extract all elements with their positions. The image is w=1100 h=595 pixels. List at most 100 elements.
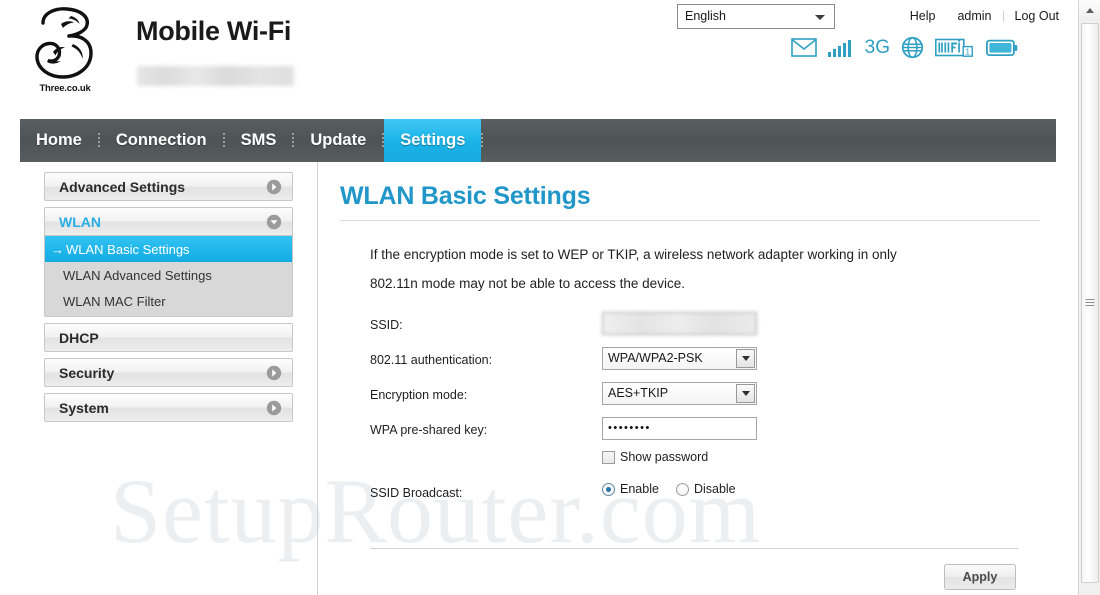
language-select-value: English: [685, 9, 726, 23]
sidebar-item-advanced-settings[interactable]: Advanced Settings: [44, 172, 293, 201]
wifi-icon: 1: [935, 38, 973, 57]
sidebar-item-label: System: [59, 399, 109, 416]
browser-page: Three.co.uk Mobile Wi-Fi English Help ad…: [0, 0, 1100, 595]
form-row-authentication: 802.11 authentication: WPA/WPA2-PSK: [370, 345, 1030, 380]
sidebar-group-security: Security: [44, 358, 293, 387]
radio-unselected-icon[interactable]: [675, 482, 689, 496]
chevron-down-icon: [815, 15, 825, 20]
sidebar-group-advanced-settings: Advanced Settings: [44, 172, 293, 201]
settings-sidebar: Advanced Settings WLAN → WLAN Basic Sett…: [44, 172, 293, 428]
ssid-broadcast-radio-group: Enable Disable: [602, 482, 736, 496]
encryption-select-value: AES+TKIP: [608, 386, 669, 400]
sidebar-item-wlan-advanced-settings[interactable]: WLAN Advanced Settings: [45, 262, 292, 288]
nav-item-connection[interactable]: Connection: [100, 119, 223, 162]
logout-link[interactable]: Log Out: [1004, 4, 1070, 29]
vertical-scrollbar[interactable]: [1078, 0, 1100, 595]
sidebar-item-wlan-mac-filter[interactable]: WLAN MAC Filter: [45, 288, 292, 314]
sidebar-item-label: WLAN Advanced Settings: [63, 267, 212, 283]
scroll-up-arrow[interactable]: [1079, 0, 1100, 21]
authentication-select-value: WPA/WPA2-PSK: [608, 351, 703, 365]
wlan-basic-form: SSID: 802.11 authentication: WPA/WPA2-PS…: [370, 310, 1030, 513]
show-password-row[interactable]: Show password: [602, 450, 708, 464]
form-row-encryption: Encryption mode: AES+TKIP: [370, 380, 1030, 415]
apply-button[interactable]: Apply: [944, 564, 1016, 590]
ssid-broadcast-disable[interactable]: Disable: [675, 482, 736, 496]
ssid-label: SSID:: [370, 318, 403, 332]
sidebar-item-label: Advanced Settings: [59, 178, 186, 195]
sidebar-item-label: WLAN MAC Filter: [63, 293, 166, 309]
sidebar-group-wlan: WLAN → WLAN Basic Settings WLAN Advanced: [44, 207, 293, 317]
nav-item-home[interactable]: Home: [20, 119, 98, 162]
network-type-icon: 3G: [864, 36, 890, 58]
sidebar-item-label: WLAN Basic Settings: [66, 241, 190, 257]
sidebar-submenu-wlan: → WLAN Basic Settings WLAN Advanced Sett…: [44, 236, 293, 317]
encryption-select[interactable]: AES+TKIP: [602, 382, 757, 405]
nav-separator: [481, 133, 484, 148]
chevron-down-icon[interactable]: [736, 384, 755, 403]
arrow-right-icon: →: [51, 241, 64, 257]
form-row-show-password: Show password: [370, 450, 1030, 478]
encryption-notice: If the encryption mode is set to WEP or …: [370, 240, 1010, 298]
sidebar-item-label: DHCP: [59, 329, 99, 346]
mail-icon[interactable]: [790, 38, 817, 57]
help-link[interactable]: Help: [899, 4, 947, 29]
chevron-down-icon: [266, 214, 282, 229]
language-select[interactable]: English: [677, 4, 835, 29]
encryption-label: Encryption mode:: [370, 388, 468, 402]
psk-input[interactable]: ••••••••: [602, 417, 757, 440]
ssid-broadcast-disable-label: Disable: [693, 482, 736, 496]
form-row-ssid: SSID:: [370, 310, 1030, 345]
header-links: Help admin Log Out: [899, 4, 1070, 29]
sidebar-group-system: System: [44, 393, 293, 422]
sidebar-group-dhcp: DHCP: [44, 323, 293, 352]
title-divider: [340, 220, 1040, 221]
show-password-label: Show password: [620, 450, 709, 464]
brand-logo[interactable]: Three.co.uk: [22, 4, 108, 94]
nav-item-update[interactable]: Update: [294, 119, 382, 162]
authentication-select[interactable]: WPA/WPA2-PSK: [602, 347, 757, 370]
show-password-checkbox[interactable]: [602, 450, 615, 464]
form-row-ssid-broadcast: SSID Broadcast: Enable Disable: [370, 478, 1030, 513]
battery-icon: [986, 39, 1018, 56]
three-logo-icon: [35, 7, 93, 79]
chevron-down-icon[interactable]: [736, 349, 755, 368]
authentication-field-wrap: WPA/WPA2-PSK: [602, 347, 757, 370]
page-title: WLAN Basic Settings: [340, 182, 591, 210]
settings-main-panel: WLAN Basic Settings If the encryption mo…: [318, 162, 1078, 595]
wifi-client-count: 1: [965, 46, 970, 56]
psk-label: WPA pre-shared key:: [370, 423, 488, 437]
encryption-notice-line-1: If the encryption mode is set to WEP or …: [370, 247, 897, 262]
chevron-right-icon: [266, 365, 282, 380]
sidebar-item-system[interactable]: System: [44, 393, 293, 422]
chevron-right-icon: [266, 179, 282, 194]
sidebar-item-label: WLAN: [59, 213, 101, 230]
sidebar-item-wlan-basic-settings[interactable]: → WLAN Basic Settings: [45, 236, 292, 262]
globe-icon: [901, 36, 924, 59]
signal-bars-icon: [827, 40, 851, 57]
page-brand-title: Mobile Wi-Fi: [136, 16, 292, 46]
sidebar-item-label: Security: [59, 364, 115, 381]
page-viewport: Three.co.uk Mobile Wi-Fi English Help ad…: [0, 0, 1078, 595]
ssid-broadcast-enable[interactable]: Enable: [602, 482, 659, 496]
nav-item-sms[interactable]: SMS: [225, 119, 293, 162]
page-header: Three.co.uk Mobile Wi-Fi English Help ad…: [0, 0, 1078, 118]
nav-item-settings[interactable]: Settings: [384, 119, 482, 162]
scroll-thumb-grip: [1085, 299, 1095, 307]
scroll-thumb[interactable]: [1081, 23, 1099, 583]
chevron-right-icon: [266, 400, 282, 415]
form-row-psk: WPA pre-shared key: ••••••••: [370, 415, 1030, 450]
encryption-notice-line-2: 802.11n mode may not be able to access t…: [370, 276, 685, 291]
ssid-broadcast-label: SSID Broadcast:: [370, 486, 463, 500]
device-name-redacted: [137, 66, 294, 86]
ssid-broadcast-enable-label: Enable: [620, 482, 659, 496]
sidebar-item-dhcp[interactable]: DHCP: [44, 323, 293, 352]
status-icon-bar: 3G 1: [790, 36, 1018, 59]
brand-logo-caption: Three.co.uk: [39, 83, 91, 94]
ssid-input[interactable]: [602, 312, 757, 335]
sidebar-item-wlan[interactable]: WLAN: [44, 207, 293, 236]
authentication-label: 802.11 authentication:: [370, 353, 493, 367]
admin-link[interactable]: admin: [946, 4, 1002, 29]
sidebar-item-security[interactable]: Security: [44, 358, 293, 387]
encryption-field-wrap: AES+TKIP: [602, 382, 757, 405]
radio-selected-icon[interactable]: [602, 482, 615, 496]
